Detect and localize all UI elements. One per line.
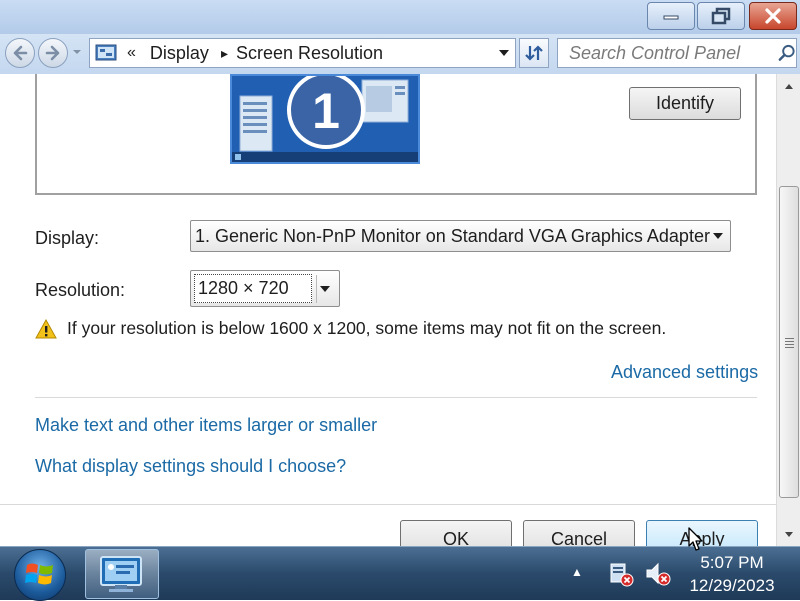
chevron-down-icon	[320, 285, 330, 292]
chevron-down-icon	[784, 531, 793, 537]
volume-icon[interactable]	[645, 561, 671, 587]
navigation-bar: « Display ▸ Screen Resolution	[0, 34, 800, 74]
advanced-settings-link[interactable]: Advanced settings	[611, 362, 758, 383]
text-size-link[interactable]: Make text and other items larger or smal…	[35, 415, 377, 436]
display-settings-icon	[100, 556, 142, 592]
maximize-icon	[711, 7, 731, 25]
display-select-value: 1. Generic Non-PnP Monitor on Standard V…	[195, 225, 710, 246]
breadcrumb-item-display[interactable]: Display	[150, 43, 209, 64]
breadcrumb-separator[interactable]: ▸	[221, 45, 228, 62]
system-clock[interactable]: 5:07 PM 12/29/2023	[680, 551, 784, 597]
close-icon	[765, 8, 781, 24]
search-input[interactable]	[567, 41, 767, 65]
taskbar: ▲ 5:07 PM 12/29/2023	[0, 546, 800, 601]
taskbar-item-screen-resolution[interactable]	[85, 549, 159, 599]
close-button[interactable]	[749, 2, 797, 30]
resolution-select-focus: 1280 × 720	[194, 274, 312, 303]
scroll-up-button[interactable]	[777, 76, 800, 96]
display-select[interactable]: 1. Generic Non-PnP Monitor on Standard V…	[190, 220, 731, 252]
warning-text: If your resolution is below 1600 x 1200,…	[67, 318, 667, 338]
show-hidden-icons-button[interactable]: ▲	[571, 565, 583, 579]
clock-date: 12/29/2023	[689, 576, 775, 595]
display-help-link[interactable]: What display settings should I choose?	[35, 456, 346, 477]
resolution-select[interactable]: 1280 × 720	[190, 270, 340, 307]
ok-button[interactable]: OK	[400, 520, 512, 546]
display-arrangement-panel: 1 Identify	[35, 74, 757, 195]
monitor-preview[interactable]: 1	[230, 74, 420, 164]
search-icon[interactable]	[777, 43, 796, 63]
vertical-scrollbar[interactable]	[776, 74, 800, 546]
resolution-warning: If your resolution is below 1600 x 1200,…	[35, 318, 666, 339]
search-box[interactable]	[557, 38, 797, 68]
clock-time: 5:07 PM	[700, 553, 764, 572]
mouse-cursor-icon	[688, 527, 703, 551]
chevron-up-icon	[784, 83, 793, 89]
chevron-down-icon	[713, 233, 723, 239]
address-bar[interactable]: « Display ▸ Screen Resolution	[89, 38, 516, 68]
windows-logo-icon	[25, 563, 53, 585]
scroll-thumb[interactable]	[779, 186, 799, 498]
divider	[35, 397, 757, 398]
main-content: 1 Identify Display: 1. Generic Non-PnP M…	[0, 74, 776, 546]
display-label: Display:	[35, 228, 100, 248]
refresh-icon	[525, 45, 543, 61]
warning-icon	[35, 318, 57, 338]
refresh-button[interactable]	[519, 38, 549, 68]
identify-button[interactable]: Identify	[629, 87, 741, 120]
footer-divider	[0, 504, 776, 505]
minimize-icon	[663, 15, 679, 20]
monitor-number: 1	[312, 83, 340, 139]
control-panel-icon	[95, 44, 117, 61]
network-icon[interactable]	[608, 561, 634, 587]
resolution-select-value: 1280 × 720	[198, 278, 289, 298]
resolution-label: Resolution:	[35, 280, 126, 300]
back-arrow-icon	[13, 45, 28, 61]
minimize-button[interactable]	[647, 2, 695, 30]
chevron-down-icon[interactable]	[498, 49, 510, 57]
dropdown-separator	[316, 275, 317, 303]
forward-arrow-icon	[45, 45, 60, 61]
recent-pages-chevron-icon[interactable]	[72, 48, 82, 56]
breadcrumb-item-screen-resolution[interactable]: Screen Resolution	[236, 43, 383, 64]
cancel-button[interactable]: Cancel	[523, 520, 635, 546]
title-bar	[0, 0, 800, 34]
breadcrumb-overflow[interactable]: «	[127, 44, 136, 62]
maximize-button[interactable]	[697, 2, 745, 30]
forward-button[interactable]	[38, 38, 68, 68]
scroll-down-button[interactable]	[777, 524, 800, 544]
start-button[interactable]	[14, 549, 66, 601]
back-button[interactable]	[5, 38, 35, 68]
